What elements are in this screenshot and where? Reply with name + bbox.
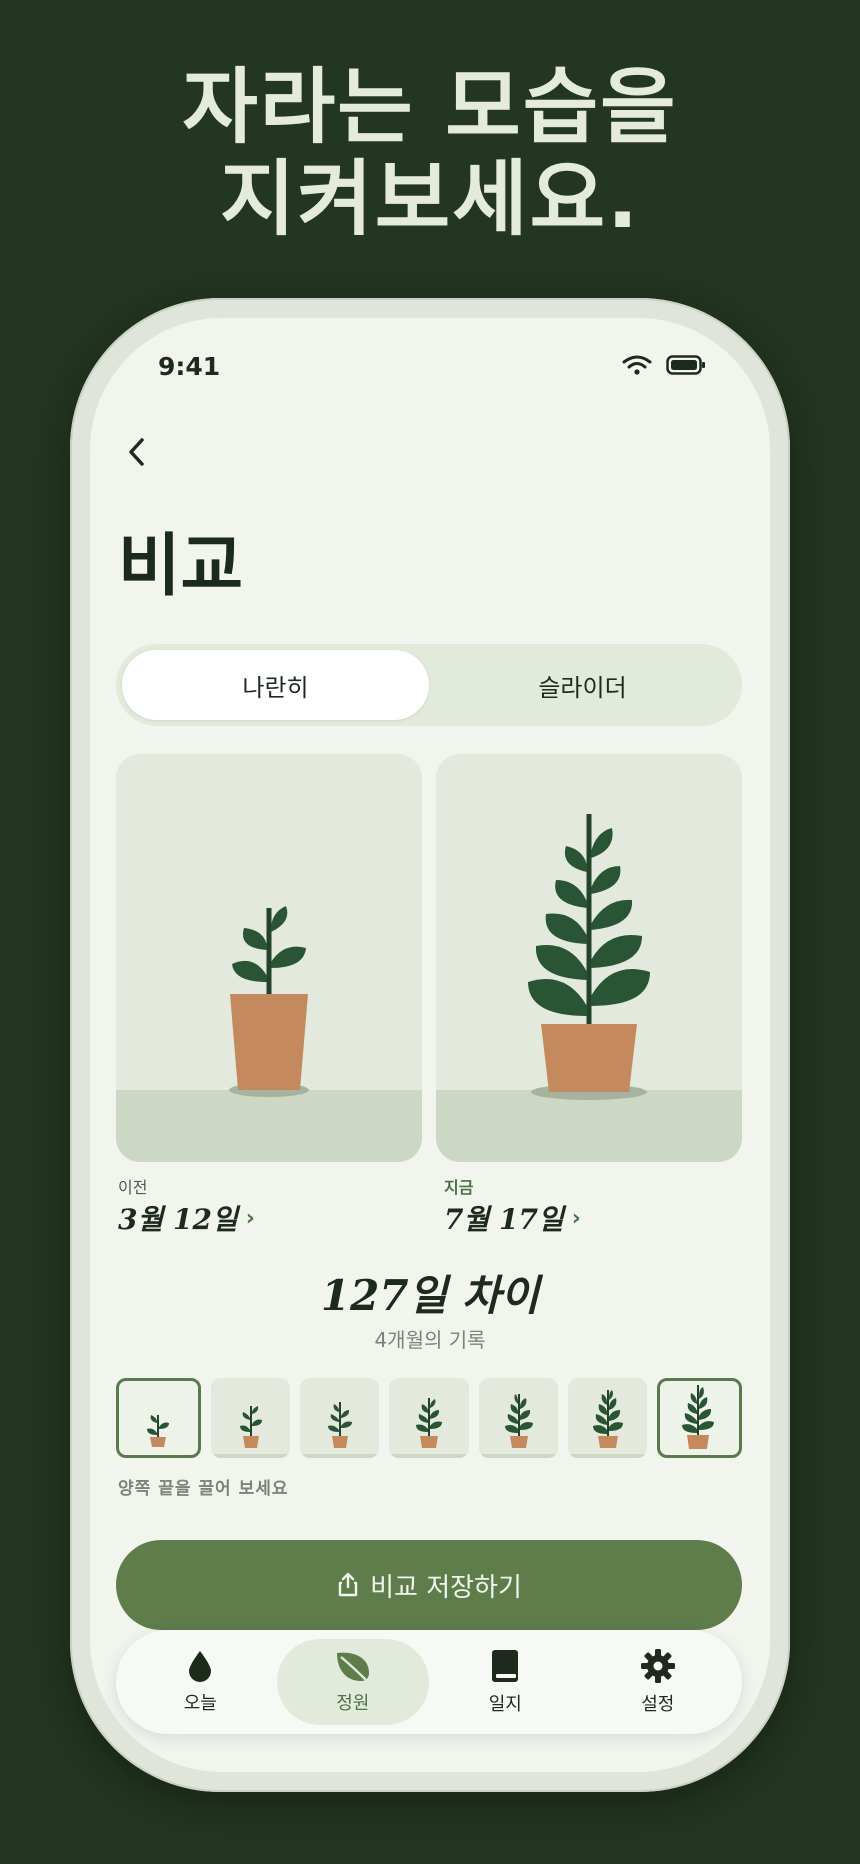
save-comparison-label: 비교 저장하기: [370, 1572, 522, 1603]
chevron-right-icon: ›: [245, 1205, 255, 1231]
phone-screen: 9:41 비교 나란히 슬라이더 이전 3월 12일 › 지금 7월 17일 ›…: [90, 318, 770, 1772]
page-title: 비교: [118, 527, 244, 606]
segment-side-by-side[interactable]: 나란히: [122, 650, 429, 720]
timeline-hint: 양쪽 끝을 끌어 보세요: [118, 1479, 289, 1499]
large-plant-illustration: [528, 814, 650, 1100]
tab-today[interactable]: 오늘: [124, 1639, 277, 1725]
gear-icon: [640, 1649, 675, 1683]
after-photo[interactable]: [436, 754, 742, 1162]
timeline-thumb-7[interactable]: [656, 1378, 742, 1458]
before-photo[interactable]: [116, 754, 422, 1162]
status-icons: [622, 354, 706, 376]
before-date-picker[interactable]: 3월 12일 ›: [118, 1198, 255, 1238]
headline-line-1: 자라는 모습을: [182, 60, 678, 155]
status-time: 9:41: [158, 352, 221, 381]
timeline-strip[interactable]: [116, 1378, 742, 1458]
back-chevron-icon[interactable]: [120, 434, 156, 470]
leaf-icon: [336, 1652, 369, 1682]
view-mode-segmented-control: 나란히 슬라이더: [116, 644, 742, 726]
tab-garden-label: 정원: [336, 1693, 370, 1714]
water-drop-icon: [189, 1651, 212, 1682]
after-date-picker[interactable]: 7월 17일 ›: [444, 1198, 581, 1238]
timeline-thumb-2[interactable]: [211, 1378, 291, 1458]
bottom-tab-bar: 오늘 정원 일지 설정: [116, 1630, 742, 1734]
tab-journal-label: 일지: [488, 1694, 522, 1715]
tab-today-label: 오늘: [183, 1693, 217, 1714]
before-label: 이전: [118, 1178, 148, 1197]
timeline-thumb-6[interactable]: [567, 1378, 647, 1458]
before-date: 3월 12일: [118, 1203, 238, 1236]
after-date: 7월 17일: [444, 1203, 564, 1236]
battery-icon: [666, 355, 705, 375]
tab-garden[interactable]: 정원: [276, 1639, 429, 1725]
chevron-right-icon: ›: [571, 1205, 581, 1231]
tab-settings-label: 설정: [641, 1694, 675, 1715]
tab-settings[interactable]: 설정: [582, 1639, 735, 1725]
timeline-thumb-5[interactable]: [478, 1378, 558, 1458]
headline-line-2: 지켜보세요.: [219, 152, 641, 247]
wifi-icon: [622, 355, 652, 375]
timeline-thumb-1[interactable]: [116, 1378, 202, 1458]
save-comparison-button[interactable]: 비교 저장하기: [116, 1540, 742, 1630]
timeline-thumb-4[interactable]: [389, 1378, 469, 1458]
book-icon: [492, 1650, 519, 1682]
segment-slider[interactable]: 슬라이더: [429, 650, 736, 720]
promo-headline: 자라는 모습을 지켜보세요.: [0, 62, 860, 246]
after-label: 지금: [444, 1178, 474, 1197]
timeline-thumb-3[interactable]: [300, 1378, 380, 1458]
share-icon: [338, 1572, 358, 1597]
tab-journal[interactable]: 일지: [429, 1639, 582, 1725]
difference-subtitle: 4개월의 기록: [374, 1328, 486, 1352]
small-plant-illustration: [229, 906, 309, 1097]
difference-title: 127일 차이: [320, 1271, 540, 1320]
